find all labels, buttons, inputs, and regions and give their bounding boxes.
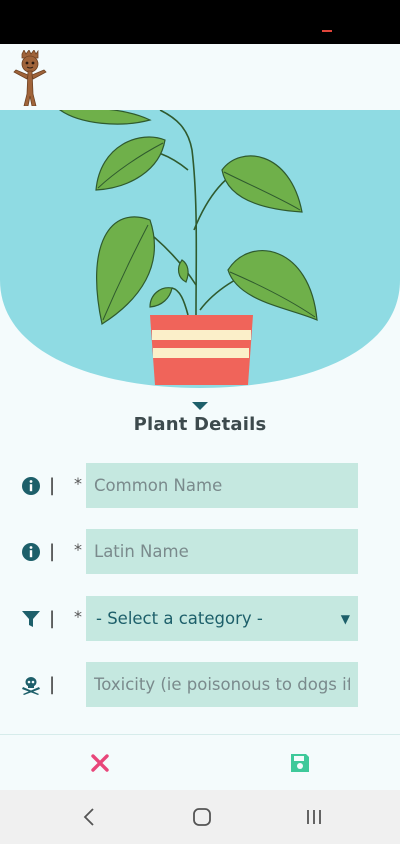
info-icon[interactable] [21, 476, 41, 496]
category-selected-value: - Select a category - [96, 609, 263, 628]
caret-down-icon [192, 402, 208, 410]
recents-icon[interactable] [304, 807, 324, 827]
app-header [0, 44, 400, 110]
latin-name-row: | * [0, 529, 400, 575]
filter-icon[interactable] [21, 609, 41, 629]
latin-name-input[interactable] [86, 529, 358, 574]
status-bar [0, 0, 400, 44]
system-navigation-bar [0, 790, 400, 844]
dropdown-arrow-icon: ▼ [340, 611, 350, 626]
plant-illustration [0, 110, 400, 390]
back-chevron-icon[interactable] [80, 807, 100, 827]
required-asterisk: * [74, 540, 82, 559]
separator: | [49, 608, 56, 629]
info-icon[interactable] [21, 542, 41, 562]
toxicity-row: | [0, 662, 400, 708]
category-row: | * - Select a category - ▼ [0, 596, 400, 642]
status-indicator [322, 30, 332, 32]
category-select[interactable]: - Select a category - ▼ [86, 596, 358, 641]
section-header: Plant Details [0, 402, 400, 435]
home-icon[interactable] [192, 807, 212, 827]
close-icon[interactable] [88, 751, 112, 775]
groot-mascot-icon[interactable] [12, 50, 48, 106]
common-name-input[interactable] [86, 463, 358, 508]
save-icon[interactable] [288, 751, 312, 775]
common-name-row: | * [0, 463, 400, 509]
required-asterisk: * [74, 474, 82, 493]
toxicity-input[interactable] [86, 662, 358, 707]
skull-crossbones-icon[interactable] [21, 675, 41, 695]
required-asterisk: * [74, 607, 82, 626]
section-title: Plant Details [133, 414, 267, 435]
action-bar [0, 734, 400, 790]
separator: | [49, 674, 56, 695]
separator: | [49, 541, 56, 562]
separator: | [49, 475, 56, 496]
